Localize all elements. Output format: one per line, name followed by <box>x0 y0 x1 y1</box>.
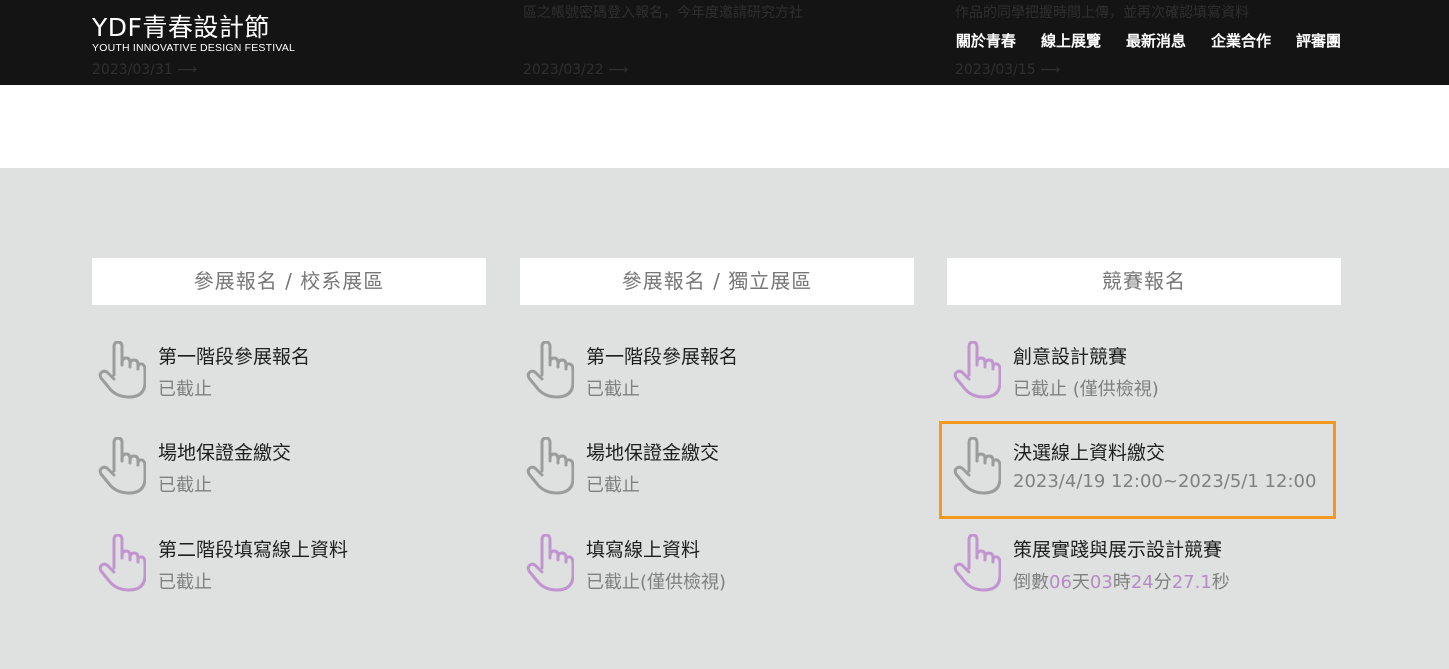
countdown-days-unit: 天 <box>1071 572 1090 593</box>
registration-item[interactable]: 場地保證金繳交 已截止 <box>92 437 486 509</box>
item-title: 第一階段參展報名 <box>586 346 739 368</box>
column-competition-registration: 競賽報名 創意設計競賽 已截止 (僅供檢視) 決選線上資料繳交 2023/4/1… <box>947 258 1341 593</box>
competition-item-final-submission[interactable]: 決選線上資料繳交 2023/4/19 12:00~2023/5/1 12:00 <box>947 437 1341 509</box>
countdown-days: 06 <box>1049 572 1072 593</box>
registration-item[interactable]: 第二階段填寫線上資料 已截止 <box>92 534 486 606</box>
white-band <box>0 85 1449 168</box>
countdown-minutes-unit: 分 <box>1153 572 1172 593</box>
background-news-date: 2023/03/15 ⟶ <box>955 62 1061 78</box>
nav-item-about[interactable]: 關於青春 <box>956 30 1016 51</box>
item-title: 決選線上資料繳交 <box>1013 442 1166 464</box>
nav-item-partnership[interactable]: 企業合作 <box>1211 30 1271 51</box>
countdown-minutes: 24 <box>1130 572 1154 593</box>
nav-item-online-exhibition[interactable]: 線上展覽 <box>1041 30 1101 51</box>
competition-item[interactable]: 創意設計競賽 已截止 (僅供檢視) <box>947 341 1341 413</box>
pointing-hand-icon <box>526 437 574 495</box>
column-title: 參展報名 / 獨立展區 <box>520 258 914 305</box>
pointing-hand-icon <box>98 341 146 399</box>
countdown-hours: 03 <box>1089 572 1113 593</box>
column-title: 參展報名 / 校系展區 <box>92 258 486 305</box>
column-independent-registration: 參展報名 / 獨立展區 第一階段參展報名 已截止 場地保證金繳交 已截止 填寫線… <box>520 258 914 593</box>
countdown: 倒數06天03時24分27.1秒 <box>1013 568 1230 594</box>
registration-item[interactable]: 場地保證金繳交 已截止 <box>520 437 914 509</box>
background-news-text: 區之帳號密碼登入報名，今年度邀請研究方社 <box>523 5 803 21</box>
item-title: 第二階段填寫線上資料 <box>158 539 349 561</box>
site-header: 區之帳號密碼登入報名，今年度邀請研究方社 作品的同學把握時間上傳，並再次確認填寫… <box>0 0 1449 85</box>
item-date-range: 2023/4/19 12:00~2023/5/1 12:00 <box>1013 471 1317 492</box>
registration-item[interactable]: 第一階段參展報名 已截止 <box>92 341 486 413</box>
column-title: 競賽報名 <box>947 258 1341 305</box>
background-news-date: 2023/03/22 ⟶ <box>523 62 629 78</box>
pointing-hand-icon <box>953 534 1001 592</box>
nav-item-jury[interactable]: 評審團 <box>1296 30 1341 51</box>
countdown-prefix: 倒數 <box>1013 572 1049 593</box>
pointing-hand-icon <box>953 341 1001 399</box>
item-title: 第一階段參展報名 <box>158 346 311 368</box>
item-title: 填寫線上資料 <box>586 539 701 561</box>
countdown-seconds-unit: 秒 <box>1211 572 1230 593</box>
logo-title: YDF青春設計節 <box>92 13 270 42</box>
pointing-hand-icon <box>526 341 574 399</box>
item-status: 已截止 <box>158 475 212 496</box>
nav-item-news[interactable]: 最新消息 <box>1126 30 1186 51</box>
item-title: 場地保證金繳交 <box>586 442 720 464</box>
item-status: 已截止(僅供檢視) <box>586 572 727 593</box>
registration-item[interactable]: 填寫線上資料 已截止(僅供檢視) <box>520 534 914 606</box>
item-status: 已截止 <box>586 379 640 400</box>
countdown-seconds: 27.1 <box>1171 572 1212 593</box>
background-news-date: 2023/03/31 ⟶ <box>92 62 198 78</box>
pointing-hand-icon <box>953 437 1001 495</box>
item-title: 場地保證金繳交 <box>158 442 292 464</box>
registration-item[interactable]: 第一階段參展報名 已截止 <box>520 341 914 413</box>
site-logo[interactable]: YDF青春設計節 YOUTH INNOVATIVE DESIGN FESTIVA… <box>92 13 296 55</box>
item-status: 已截止 <box>158 572 212 593</box>
pointing-hand-icon <box>526 534 574 592</box>
item-title: 創意設計競賽 <box>1013 346 1128 368</box>
main-nav: 關於青春 線上展覽 最新消息 企業合作 評審團 <box>956 30 1341 51</box>
background-news-text: 作品的同學把握時間上傳，並再次確認填寫資料 <box>955 5 1249 21</box>
item-status: 已截止 <box>158 379 212 400</box>
item-status: 已截止 <box>586 475 640 496</box>
countdown-hours-unit: 時 <box>1112 572 1131 593</box>
item-status: 已截止 (僅供檢視) <box>1013 379 1159 400</box>
logo-subtitle: YOUTH INNOVATIVE DESIGN FESTIVAL <box>92 42 296 54</box>
pointing-hand-icon <box>98 534 146 592</box>
pointing-hand-icon <box>98 437 146 495</box>
competition-item[interactable]: 策展實踐與展示設計競賽 倒數06天03時24分27.1秒 <box>947 534 1341 606</box>
column-school-registration: 參展報名 / 校系展區 第一階段參展報名 已截止 場地保證金繳交 已截止 第二階… <box>92 258 486 593</box>
item-title: 策展實踐與展示設計競賽 <box>1013 539 1223 561</box>
